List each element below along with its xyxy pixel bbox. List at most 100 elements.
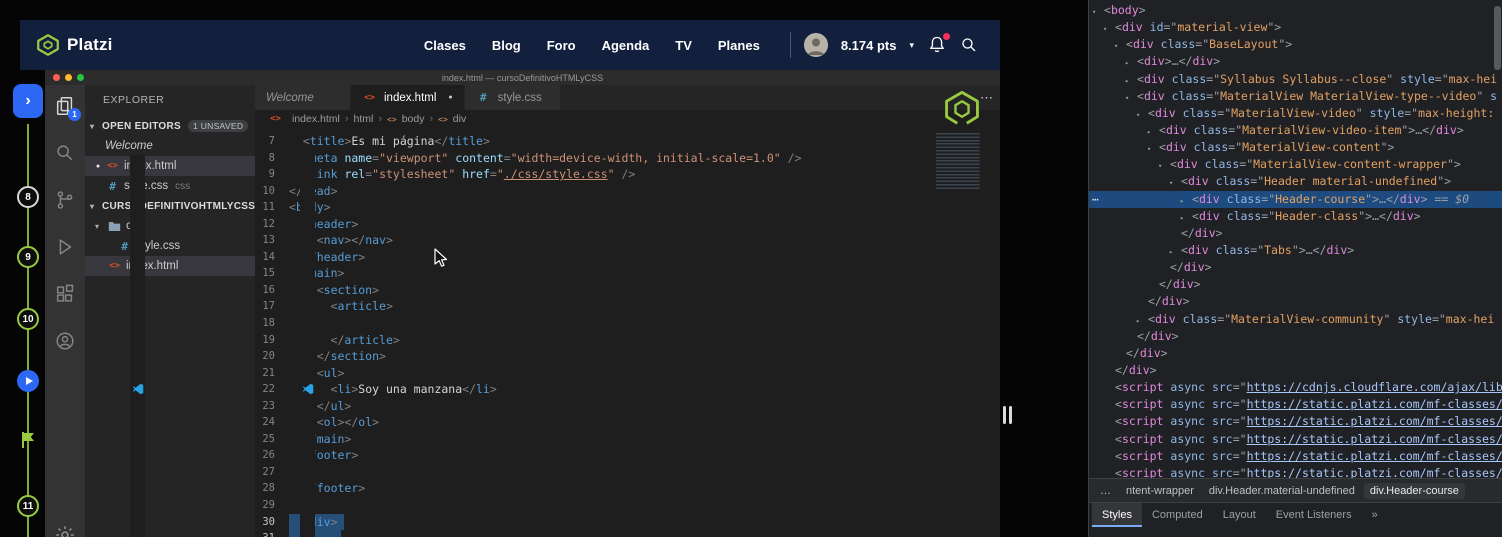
class-node-11[interactable]: 11 — [17, 495, 39, 517]
notifications-button[interactable] — [927, 33, 950, 55]
nav-item-tv[interactable]: TV — [675, 38, 692, 53]
dom-node-17[interactable]: </div> — [1089, 293, 1502, 310]
dom-node-16[interactable]: </div> — [1089, 276, 1502, 293]
code-line-14[interactable]: 14 </header> — [255, 249, 1000, 266]
nav-item-blog[interactable]: Blog — [492, 38, 521, 53]
class-node-8[interactable]: 8 — [17, 186, 39, 208]
dom-node-15[interactable]: </div> — [1089, 259, 1502, 276]
dom-node-20[interactable]: </div> — [1089, 345, 1502, 362]
dom-node-4[interactable]: ▸ <div class="Syllabus Syllabus--close" s… — [1089, 71, 1502, 88]
dom-node-26[interactable]: <script async src="https://static.platzi… — [1089, 448, 1502, 465]
dom-node-23[interactable]: <script async src="https://static.platzi… — [1089, 396, 1502, 413]
devtools-tab-computed[interactable]: Computed — [1142, 503, 1213, 527]
code-line-26[interactable]: 26 <footer> — [255, 447, 1000, 464]
dom-node-21[interactable]: </div> — [1089, 362, 1502, 379]
code-line-24[interactable]: 24 <ol></ol> — [255, 414, 1000, 431]
breadcrumb-body[interactable]: body — [402, 113, 425, 125]
settings-gear-icon[interactable] — [54, 524, 76, 537]
chevron-down-icon[interactable]: ▾ — [909, 40, 914, 51]
breadcrumb-index.html[interactable]: index.html — [292, 113, 340, 125]
tab-style.css[interactable]: # style.css — [464, 85, 561, 110]
explorer-icon[interactable]: 1 — [54, 95, 81, 121]
tree-item-index.html[interactable]: <> index.html — [85, 256, 255, 276]
dom-node-14[interactable]: ▸ <div class="Tabs">…</div> — [1089, 242, 1502, 259]
open-editor-index.html[interactable]: ● <> index.html — [85, 156, 255, 176]
devtools-tab-layout[interactable]: Layout — [1213, 503, 1266, 527]
code-line-13[interactable]: 13 <nav></nav> — [255, 232, 1000, 249]
dom-node-27[interactable]: <script async src="https://static.platzi… — [1089, 465, 1502, 478]
minimize-button[interactable] — [65, 74, 72, 81]
code-line-23[interactable]: 23 </ul> — [255, 398, 1000, 415]
expand-syllabus-button[interactable]: › — [13, 84, 43, 118]
points-label[interactable]: 8.174 pts — [841, 38, 897, 53]
code-editor[interactable]: 7 <title>Es mi página</title>8 <meta nam… — [255, 128, 1000, 537]
crumb-header[interactable]: div.Header.material-undefined — [1203, 483, 1361, 499]
dom-node-1[interactable]: ▾ <div id="material-view"> — [1089, 19, 1502, 36]
minimap[interactable] — [936, 133, 992, 191]
dom-node-10[interactable]: ▾ <div class="Header material-undefined"> — [1089, 173, 1502, 190]
code-line-28[interactable]: 28 </footer> — [255, 480, 1000, 497]
nav-item-agenda[interactable]: Agenda — [602, 38, 650, 53]
tree-item-css[interactable]: ▾css — [85, 216, 255, 236]
workspace-section[interactable]: ▾ CURSODEFINITIVOHTMLYCSS — [85, 196, 255, 216]
crumb-overflow[interactable]: … — [1094, 483, 1117, 499]
code-line-18[interactable]: 18 — [255, 315, 1000, 332]
search-icon[interactable] — [960, 36, 978, 54]
crumb-content-wrapper[interactable]: ntent-wrapper — [1120, 483, 1200, 499]
code-line-19[interactable]: 19 </article> — [255, 332, 1000, 349]
devtools-resize-handle[interactable] — [1003, 406, 1012, 424]
code-line-12[interactable]: 12 <header> — [255, 216, 1000, 233]
nav-item-clases[interactable]: Clases — [424, 38, 466, 53]
code-line-16[interactable]: 16 <section> — [255, 282, 1000, 299]
dom-node-18[interactable]: ▸ <div class="MaterialView-community" sty… — [1089, 311, 1502, 328]
search-sidebar-icon[interactable] — [54, 142, 76, 164]
devtools-tab-event-listeners[interactable]: Event Listeners — [1266, 503, 1362, 527]
code-line-8[interactable]: 8 <meta name="viewport" content="width=d… — [255, 150, 1000, 167]
tab-welcome[interactable]: Welcome — [255, 85, 351, 537]
run-debug-icon[interactable] — [54, 236, 76, 258]
avatar[interactable] — [803, 33, 828, 57]
dom-node-11[interactable]: ⋯ ▸ <div class="Header-course">…</div> == … — [1089, 190, 1502, 208]
dom-node-22[interactable]: <script async src="https://cdnjs.cloudfl… — [1089, 379, 1502, 396]
dom-node-13[interactable]: </div> — [1089, 225, 1502, 242]
open-editor-Welcome[interactable]: Welcome — [85, 136, 255, 537]
platzi-logo[interactable]: Platzi — [36, 33, 113, 57]
tree-item-style.css[interactable]: # style.css — [85, 236, 255, 256]
dom-node-2[interactable]: ▾ <div class="BaseLayout"> — [1089, 36, 1502, 53]
code-line-15[interactable]: 15 <main> — [255, 265, 1000, 282]
dom-node-24[interactable]: <script async src="https://static.platzi… — [1089, 413, 1502, 430]
crumb-header-course[interactable]: div.Header-course — [1363, 482, 1465, 499]
code-line-31[interactable]: 31 — [255, 530, 1000, 537]
code-line-30[interactable]: 30 <div> — [255, 513, 1000, 531]
dom-node-19[interactable]: </div> — [1089, 328, 1502, 345]
dom-node-8[interactable]: ▾ <div class="MaterialView-content"> — [1089, 139, 1502, 156]
code-line-29[interactable]: 29 — [255, 497, 1000, 514]
zoom-button[interactable] — [77, 74, 84, 81]
code-line-7[interactable]: 7 <title>Es mi página</title> — [255, 133, 1000, 150]
code-line-10[interactable]: 10 </head> — [255, 183, 1000, 200]
devtools-tab-styles[interactable]: Styles — [1092, 503, 1142, 527]
current-class-node[interactable] — [17, 370, 39, 392]
devtools-scrollbar[interactable] — [1494, 6, 1501, 70]
dom-node-25[interactable]: <script async src="https://static.platzi… — [1089, 431, 1502, 448]
code-line-17[interactable]: 17 <article> — [255, 298, 1000, 315]
dom-node-6[interactable]: ▾ <div class="MaterialView-video" style="… — [1089, 105, 1502, 122]
open-editor-style.css[interactable]: # style.css css — [85, 176, 255, 196]
dom-node-5[interactable]: ▾ <div class="MaterialView MaterialView-t… — [1089, 88, 1502, 105]
devtools-tab-more-tabs[interactable]: » — [1362, 503, 1388, 527]
open-editors-section[interactable]: ▾ OPEN EDITORS 1 UNSAVED — [85, 116, 255, 136]
nav-item-foro[interactable]: Foro — [547, 38, 576, 53]
class-node-10[interactable]: 10 — [17, 308, 39, 330]
code-line-9[interactable]: 9 <link rel="stylesheet" href="./css/sty… — [255, 166, 1000, 183]
dom-node-9[interactable]: ▾ <div class="MaterialView-content-wrappe… — [1089, 156, 1502, 173]
editor-more-actions-icon[interactable]: ⋯ — [980, 90, 993, 106]
accounts-icon[interactable] — [54, 330, 76, 352]
close-button[interactable] — [53, 74, 60, 81]
code-line-25[interactable]: 25 </main> — [255, 431, 1000, 448]
class-node-9[interactable]: 9 — [17, 246, 39, 268]
code-line-11[interactable]: 11<body> — [255, 199, 1000, 216]
breadcrumb-div[interactable]: div — [453, 113, 466, 125]
breadcrumb-html[interactable]: html — [354, 113, 374, 125]
code-line-22[interactable]: 22 <li>Soy una manzana</li> — [255, 381, 1000, 398]
extensions-icon[interactable] — [54, 283, 76, 305]
